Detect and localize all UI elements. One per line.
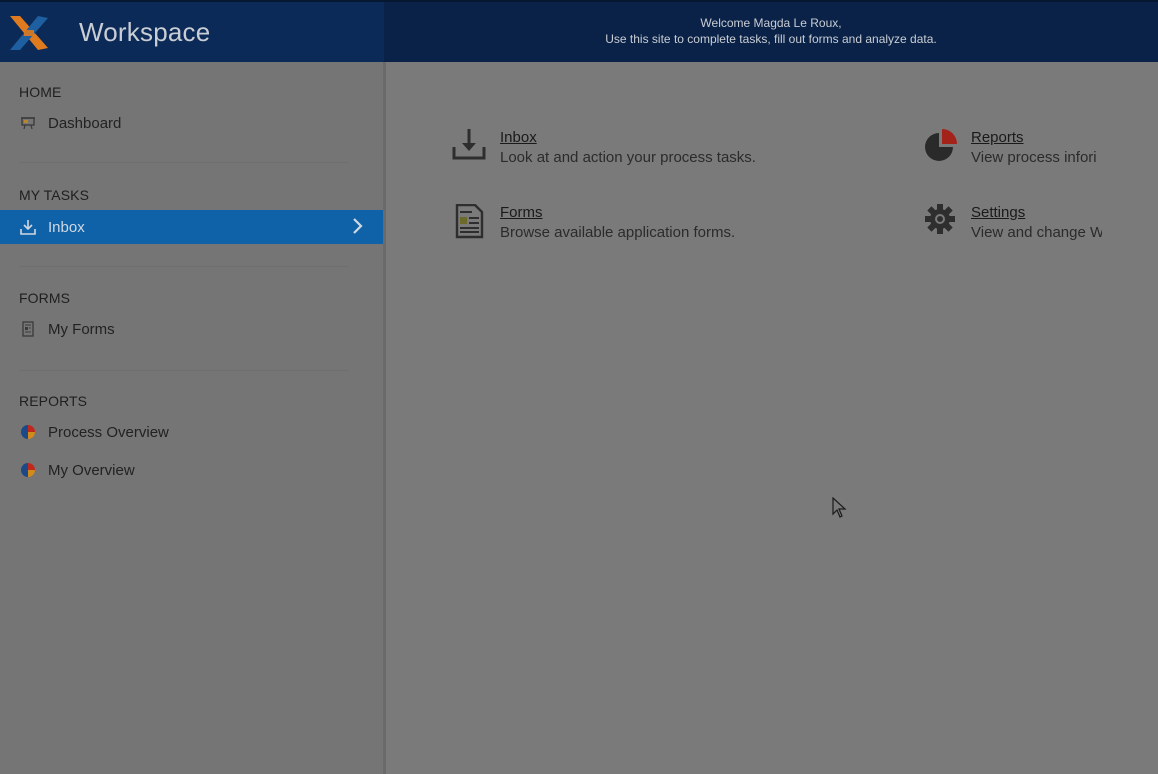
tile-desc-reports: View process infori — [971, 149, 1097, 166]
tile-forms[interactable]: Forms Browse available application forms… — [452, 204, 872, 248]
form-document-icon — [455, 204, 484, 239]
sidebar-item-label: Dashboard — [48, 114, 122, 132]
form-icon — [19, 320, 37, 338]
sidebar-item-process-overview[interactable]: Process Overview — [0, 415, 383, 449]
sidebar-item-my-forms[interactable]: My Forms — [0, 312, 383, 346]
sidebar-item-label: My Overview — [48, 461, 135, 479]
pie-chart-icon — [19, 461, 37, 479]
section-title-home: HOME — [19, 84, 62, 100]
sidebar-item-label: Process Overview — [48, 423, 169, 441]
app-title: Workspace — [79, 17, 211, 47]
welcome-message: Welcome Magda Le Roux, Use this site to … — [384, 15, 1158, 47]
dashboard-icon — [19, 114, 37, 132]
tile-title-reports[interactable]: Reports — [971, 129, 1024, 146]
sidebar-item-label: My Forms — [48, 320, 115, 338]
tile-reports[interactable]: Reports View process infori — [923, 129, 1103, 173]
tile-title-inbox[interactable]: Inbox — [500, 129, 537, 146]
welcome-line-1: Welcome Magda Le Roux, — [700, 16, 842, 30]
sidebar: HOME Dashboard MY TASKS Inbox FORMS My F… — [0, 62, 386, 774]
divider — [19, 266, 349, 267]
divider — [19, 370, 349, 371]
tile-settings[interactable]: Settings View and change W — [923, 204, 1103, 248]
chevron-right-icon — [351, 217, 363, 239]
sidebar-item-dashboard[interactable]: Dashboard — [0, 106, 383, 140]
welcome-line-2: Use this site to complete tasks, fill ou… — [605, 32, 937, 46]
mouse-cursor-icon — [832, 497, 847, 518]
sidebar-item-inbox[interactable]: Inbox — [0, 210, 383, 244]
top-header: Workspace Welcome Magda Le Roux, Use thi… — [0, 0, 1158, 62]
tile-inbox[interactable]: Inbox Look at and action your process ta… — [452, 129, 872, 173]
section-title-reports: REPORTS — [19, 393, 88, 409]
pie-chart-icon — [19, 423, 37, 441]
pie-chart-icon — [925, 129, 957, 161]
sidebar-item-label: Inbox — [48, 218, 85, 236]
tile-title-forms[interactable]: Forms — [500, 204, 543, 221]
tile-desc-inbox: Look at and action your process tasks. — [500, 149, 756, 166]
divider — [19, 162, 349, 163]
tile-desc-settings: View and change W — [971, 224, 1102, 241]
inbox-download-icon — [452, 129, 486, 160]
tile-desc-forms: Browse available application forms. — [500, 224, 736, 241]
section-title-forms: FORMS — [19, 290, 71, 306]
section-title-my-tasks: MY TASKS — [19, 187, 90, 203]
gear-icon — [925, 204, 955, 234]
app-logo-icon[interactable] — [8, 12, 50, 54]
inbox-icon — [19, 218, 37, 236]
tile-title-settings[interactable]: Settings — [971, 204, 1025, 221]
sidebar-item-my-overview[interactable]: My Overview — [0, 453, 383, 487]
